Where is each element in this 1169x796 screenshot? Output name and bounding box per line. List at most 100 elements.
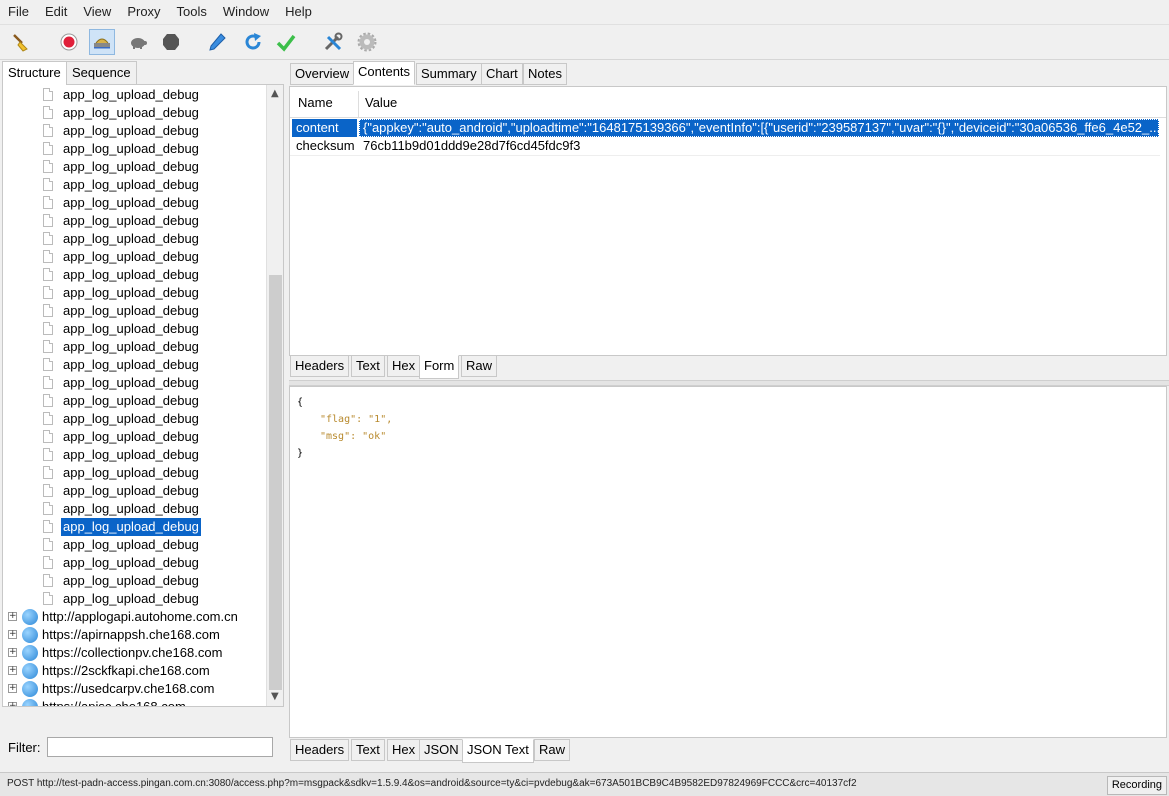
expand-icon[interactable]: + bbox=[8, 684, 17, 693]
menu-help[interactable]: Help bbox=[277, 0, 320, 24]
request-label[interactable]: app_log_upload_debug bbox=[61, 86, 201, 104]
tools-icon[interactable] bbox=[320, 29, 346, 55]
host-label[interactable]: https://usedcarpv.che168.com bbox=[42, 680, 214, 698]
tree-request-row[interactable]: app_log_upload_debug bbox=[3, 572, 265, 590]
turtle-icon[interactable] bbox=[125, 29, 151, 55]
tab-chart[interactable]: Chart bbox=[481, 63, 523, 85]
host-label[interactable]: https://collectionpv.che168.com bbox=[42, 644, 222, 662]
host-label[interactable]: https://apisc.che168.com bbox=[42, 698, 186, 706]
menu-file[interactable]: File bbox=[0, 0, 37, 24]
tree-request-row[interactable]: app_log_upload_debug bbox=[3, 104, 265, 122]
menu-tools[interactable]: Tools bbox=[169, 0, 215, 24]
tab-response-raw[interactable]: Raw bbox=[534, 739, 571, 761]
request-label[interactable]: app_log_upload_debug bbox=[61, 482, 201, 500]
request-label[interactable]: app_log_upload_debug bbox=[61, 428, 201, 446]
expand-icon[interactable]: + bbox=[8, 648, 17, 657]
tree-request-row[interactable]: app_log_upload_debug bbox=[3, 230, 265, 248]
request-label[interactable]: app_log_upload_debug bbox=[61, 248, 201, 266]
request-label[interactable]: app_log_upload_debug bbox=[61, 302, 201, 320]
tab-response-json[interactable]: JSON bbox=[419, 739, 464, 761]
expand-icon[interactable]: + bbox=[8, 702, 17, 706]
request-label[interactable]: app_log_upload_debug bbox=[61, 572, 201, 590]
row-name-content[interactable]: content bbox=[292, 119, 357, 137]
broom-icon[interactable] bbox=[8, 29, 34, 55]
tab-request-hex[interactable]: Hex bbox=[387, 355, 421, 377]
row-value-checksum[interactable]: 76cb11b9d01ddd9e28d7f6cd45fdc9f3 bbox=[359, 137, 1159, 155]
request-label[interactable]: app_log_upload_debug bbox=[61, 194, 201, 212]
tree-scrollbar[interactable]: ▲ ▼ bbox=[266, 85, 283, 706]
tree-host-row[interactable]: + https://usedcarpv.che168.com bbox=[3, 680, 265, 698]
menu-edit[interactable]: Edit bbox=[37, 0, 75, 24]
request-label[interactable]: app_log_upload_debug bbox=[61, 464, 201, 482]
tree-request-row[interactable]: app_log_upload_debug bbox=[3, 86, 265, 104]
request-label[interactable]: app_log_upload_debug bbox=[61, 140, 201, 158]
tab-request-form[interactable]: Form bbox=[419, 355, 460, 379]
menu-view[interactable]: View bbox=[75, 0, 119, 24]
filter-input[interactable] bbox=[47, 737, 273, 757]
request-label[interactable]: app_log_upload_debug bbox=[61, 590, 201, 608]
request-label[interactable]: app_log_upload_debug bbox=[61, 500, 201, 518]
request-label[interactable]: app_log_upload_debug bbox=[61, 230, 201, 248]
request-label[interactable]: app_log_upload_debug bbox=[61, 374, 201, 392]
host-label[interactable]: https://apirnappsh.che168.com bbox=[42, 626, 220, 644]
tree-request-row[interactable]: app_log_upload_debug bbox=[3, 464, 265, 482]
tab-response-hex[interactable]: Hex bbox=[387, 739, 421, 761]
tree-request-row[interactable]: app_log_upload_debug bbox=[3, 374, 265, 392]
request-label[interactable]: app_log_upload_debug bbox=[61, 176, 201, 194]
check-icon[interactable] bbox=[273, 29, 299, 55]
tree-request-row[interactable]: app_log_upload_debug bbox=[3, 356, 265, 374]
tree-request-row[interactable]: app_log_upload_debug bbox=[3, 320, 265, 338]
request-label[interactable]: app_log_upload_debug bbox=[61, 356, 201, 374]
request-label[interactable]: app_log_upload_debug bbox=[61, 158, 201, 176]
tab-overview[interactable]: Overview bbox=[290, 63, 355, 85]
request-label[interactable]: app_log_upload_debug bbox=[61, 536, 201, 554]
tab-notes[interactable]: Notes bbox=[523, 63, 567, 85]
tree-host-row[interactable]: + https://apirnappsh.che168.com bbox=[3, 626, 265, 644]
tree-request-row[interactable]: app_log_upload_debug bbox=[3, 518, 265, 536]
tree-request-row[interactable]: app_log_upload_debug bbox=[3, 158, 265, 176]
column-header-value[interactable]: Value bbox=[365, 95, 397, 110]
refresh-icon[interactable] bbox=[240, 29, 266, 55]
tree-request-row[interactable]: app_log_upload_debug bbox=[3, 428, 265, 446]
request-label[interactable]: app_log_upload_debug bbox=[61, 320, 201, 338]
request-label[interactable]: app_log_upload_debug bbox=[61, 212, 201, 230]
tree-request-row[interactable]: app_log_upload_debug bbox=[3, 212, 265, 230]
request-label[interactable]: app_log_upload_debug bbox=[61, 284, 201, 302]
tree-request-row[interactable]: app_log_upload_debug bbox=[3, 266, 265, 284]
request-label[interactable]: app_log_upload_debug bbox=[61, 338, 201, 356]
tree-request-row[interactable]: app_log_upload_debug bbox=[3, 248, 265, 266]
tree-request-row[interactable]: app_log_upload_debug bbox=[3, 302, 265, 320]
tab-structure[interactable]: Structure bbox=[2, 61, 67, 85]
request-label[interactable]: app_log_upload_debug bbox=[61, 554, 201, 572]
tree-request-row[interactable]: app_log_upload_debug bbox=[3, 536, 265, 554]
tree-request-row[interactable]: app_log_upload_debug bbox=[3, 392, 265, 410]
tab-response-json-text[interactable]: JSON Text bbox=[462, 739, 534, 763]
tab-contents[interactable]: Contents bbox=[353, 61, 416, 85]
menu-proxy[interactable]: Proxy bbox=[119, 0, 168, 24]
tree-request-row[interactable]: app_log_upload_debug bbox=[3, 140, 265, 158]
tree-host-row[interactable]: + https://2sckfkapi.che168.com bbox=[3, 662, 265, 680]
tree-request-row[interactable]: app_log_upload_debug bbox=[3, 446, 265, 464]
expand-icon[interactable]: + bbox=[8, 612, 17, 621]
scroll-thumb[interactable] bbox=[269, 275, 282, 690]
settings-icon[interactable] bbox=[354, 29, 380, 55]
host-label[interactable]: https://2sckfkapi.che168.com bbox=[42, 662, 210, 680]
request-label[interactable]: app_log_upload_debug bbox=[61, 104, 201, 122]
record-icon[interactable] bbox=[56, 29, 82, 55]
request-label[interactable]: app_log_upload_debug bbox=[61, 266, 201, 284]
tab-response-headers[interactable]: Headers bbox=[290, 739, 350, 761]
tree-host-row[interactable]: + http://applogapi.autohome.com.cn bbox=[3, 608, 265, 626]
row-value-content[interactable]: {"appkey":"auto_android","uploadtime":"1… bbox=[359, 119, 1159, 137]
tab-summary[interactable]: Summary bbox=[416, 63, 482, 85]
column-header-name[interactable]: Name bbox=[298, 95, 333, 110]
pen-icon[interactable] bbox=[204, 29, 230, 55]
tree-request-row[interactable]: app_log_upload_debug bbox=[3, 284, 265, 302]
tree-host-row[interactable]: + https://collectionpv.che168.com bbox=[3, 644, 265, 662]
tree-request-row[interactable]: app_log_upload_debug bbox=[3, 554, 265, 572]
tab-request-text[interactable]: Text bbox=[351, 355, 385, 377]
tab-response-text[interactable]: Text bbox=[351, 739, 385, 761]
tree-request-row[interactable]: app_log_upload_debug bbox=[3, 410, 265, 428]
menu-window[interactable]: Window bbox=[215, 0, 277, 24]
request-label[interactable]: app_log_upload_debug bbox=[61, 122, 201, 140]
throttle-icon[interactable] bbox=[89, 29, 115, 55]
